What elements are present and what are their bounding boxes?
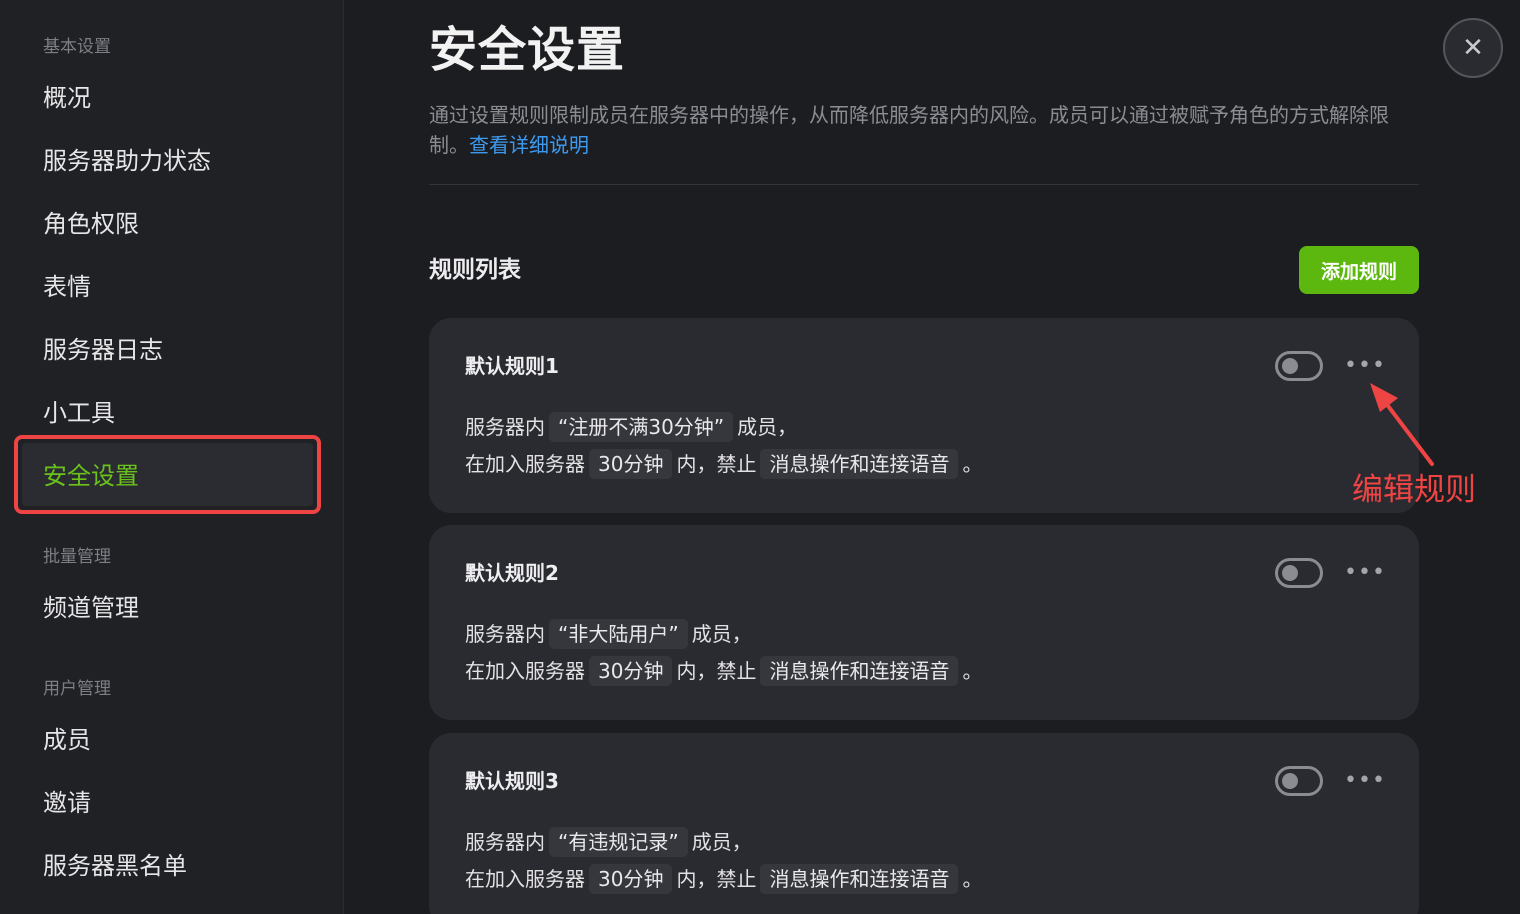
rule-card: 默认规则2 ••• 服务器内 “非大陆用户” 成员， 在加入服务器 30分钟 内，禁止消… bbox=[429, 525, 1419, 720]
rule-restriction-line: 在加入服务器 30分钟 内，禁止 消息操作和连接语音。 bbox=[465, 864, 982, 894]
sidebar-item-invites[interactable]: 邀请 bbox=[43, 787, 91, 819]
sidebar-item-security[interactable]: 安全设置 bbox=[43, 460, 139, 492]
page-description: 通过设置规则限制成员在服务器中的操作，从而降低服务器内的风险。成员可以通过被赋予… bbox=[429, 100, 1424, 160]
rule-members-text: 成员， bbox=[691, 622, 752, 646]
rule-title: 默认规则2 bbox=[465, 561, 559, 585]
rules-section-title: 规则列表 bbox=[429, 257, 521, 283]
rule-end-text: 。 bbox=[962, 659, 983, 683]
sidebar-item-members[interactable]: 成员 bbox=[43, 724, 91, 756]
header-divider bbox=[429, 184, 1419, 185]
sidebar-item-blacklist[interactable]: 服务器黑名单 bbox=[43, 850, 187, 882]
more-options-icon[interactable]: ••• bbox=[1344, 348, 1385, 382]
rule-title: 默认规则1 bbox=[465, 354, 559, 378]
rule-restriction-line: 在加入服务器 30分钟 内，禁止 消息操作和连接语音。 bbox=[465, 656, 982, 686]
sidebar-item-emoji[interactable]: 表情 bbox=[43, 271, 91, 303]
sidebar-group-basic: 基本设置 bbox=[43, 37, 111, 57]
rule-condition-line: 服务器内 “有违规记录” 成员， bbox=[465, 827, 752, 857]
rule-restriction-line: 在加入服务器 30分钟 内，禁止 消息操作和连接语音。 bbox=[465, 449, 982, 479]
toggle-knob bbox=[1282, 773, 1298, 789]
duration-chip[interactable]: 30分钟 bbox=[589, 864, 673, 894]
page-title: 安全设置 bbox=[429, 22, 626, 78]
annotation-label: 编辑规则 bbox=[1352, 472, 1476, 508]
sidebar-item-channels[interactable]: 频道管理 bbox=[43, 592, 139, 624]
rule-forbid-text: 内，禁止 bbox=[676, 452, 757, 476]
action-chip[interactable]: 消息操作和连接语音 bbox=[760, 449, 959, 479]
rule-prefix: 服务器内 bbox=[465, 830, 545, 854]
rule-end-text: 。 bbox=[962, 452, 983, 476]
sidebar-item-overview[interactable]: 概况 bbox=[43, 82, 91, 114]
condition-chip[interactable]: “注册不满30分钟” bbox=[549, 412, 734, 442]
close-button[interactable]: ✕ bbox=[1443, 18, 1503, 78]
rule-toggle[interactable] bbox=[1275, 558, 1323, 588]
sidebar-item-tools[interactable]: 小工具 bbox=[43, 397, 115, 429]
more-options-icon[interactable]: ••• bbox=[1344, 763, 1385, 797]
sidebar-item-boost[interactable]: 服务器助力状态 bbox=[43, 145, 211, 177]
sidebar-group-users: 用户管理 bbox=[43, 679, 111, 699]
rule-join-text: 在加入服务器 bbox=[465, 867, 585, 891]
rule-card: 默认规则1 ••• 服务器内 “注册不满30分钟” 成员， 在加入服务器 30分钟 内，… bbox=[429, 318, 1419, 513]
duration-chip[interactable]: 30分钟 bbox=[589, 449, 673, 479]
rule-end-text: 。 bbox=[962, 867, 983, 891]
action-chip[interactable]: 消息操作和连接语音 bbox=[760, 656, 959, 686]
rule-toggle[interactable] bbox=[1275, 351, 1323, 381]
toggle-knob bbox=[1282, 565, 1298, 581]
rule-members-text: 成员， bbox=[691, 830, 752, 854]
rule-prefix: 服务器内 bbox=[465, 415, 545, 439]
add-rule-button[interactable]: 添加规则 bbox=[1299, 246, 1419, 294]
rule-join-text: 在加入服务器 bbox=[465, 659, 585, 683]
toggle-knob bbox=[1282, 358, 1298, 374]
rule-toggle[interactable] bbox=[1275, 766, 1323, 796]
settings-sidebar: 基本设置 概况 服务器助力状态 角色权限 表情 服务器日志 小工具 安全设置 批… bbox=[0, 0, 344, 914]
condition-chip[interactable]: “非大陆用户” bbox=[549, 619, 688, 649]
rule-title: 默认规则3 bbox=[465, 769, 559, 793]
rule-condition-line: 服务器内 “注册不满30分钟” 成员， bbox=[465, 412, 797, 442]
rule-join-text: 在加入服务器 bbox=[465, 452, 585, 476]
app-root: 基本设置 概况 服务器助力状态 角色权限 表情 服务器日志 小工具 安全设置 批… bbox=[0, 0, 1520, 914]
duration-chip[interactable]: 30分钟 bbox=[589, 656, 673, 686]
more-options-icon[interactable]: ••• bbox=[1344, 555, 1385, 589]
condition-chip[interactable]: “有违规记录” bbox=[549, 827, 688, 857]
rule-prefix: 服务器内 bbox=[465, 622, 545, 646]
rule-members-text: 成员， bbox=[737, 415, 798, 439]
action-chip[interactable]: 消息操作和连接语音 bbox=[760, 864, 959, 894]
rule-forbid-text: 内，禁止 bbox=[676, 867, 757, 891]
close-icon: ✕ bbox=[1462, 33, 1484, 63]
sidebar-item-roles[interactable]: 角色权限 bbox=[43, 208, 139, 240]
rule-card: 默认规则3 ••• 服务器内 “有违规记录” 成员， 在加入服务器 30分钟 内，禁止消… bbox=[429, 733, 1419, 914]
sidebar-item-logs[interactable]: 服务器日志 bbox=[43, 334, 163, 366]
rule-forbid-text: 内，禁止 bbox=[676, 659, 757, 683]
details-link[interactable]: 查看详细说明 bbox=[469, 133, 589, 157]
rule-condition-line: 服务器内 “非大陆用户” 成员， bbox=[465, 619, 752, 649]
sidebar-group-batch: 批量管理 bbox=[43, 547, 111, 567]
